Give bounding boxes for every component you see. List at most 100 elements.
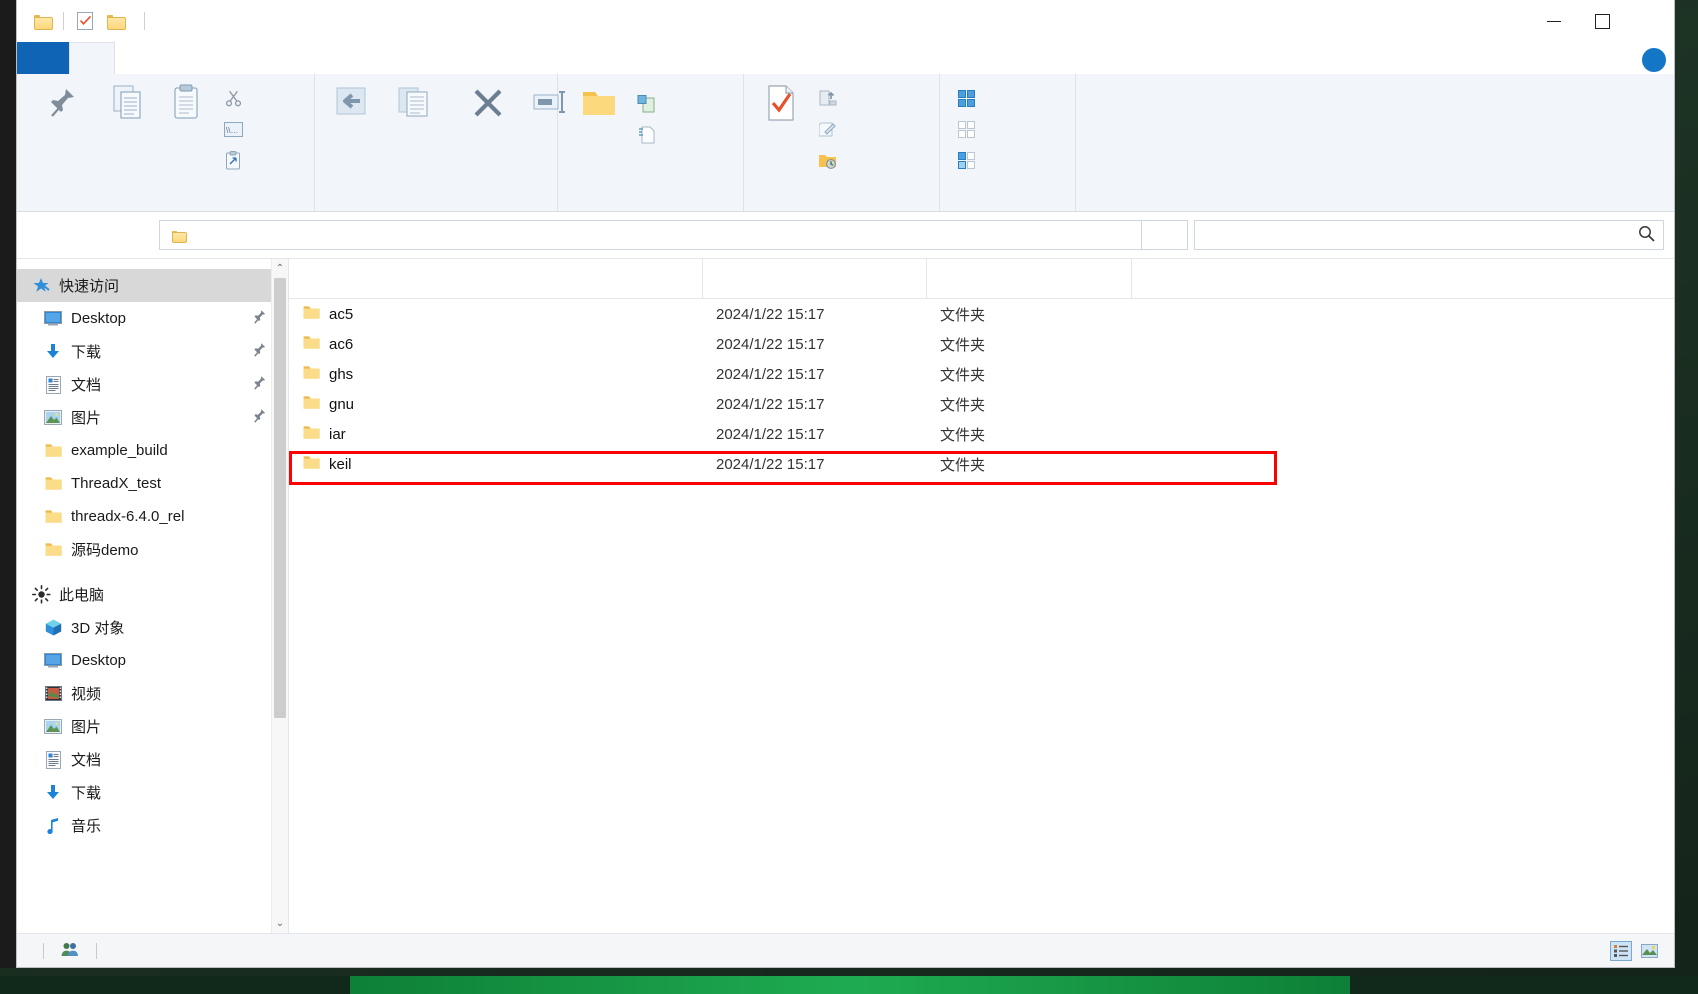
copy-button[interactable] (99, 80, 157, 129)
table-row[interactable]: gnu 2024/1/22 15:17 文件夹 (289, 389, 1674, 419)
sidebar-item-label: 文档 (71, 377, 102, 394)
navigation-tree: 快速访问 Desktop 下载 文档 图片 example_build ThreadX_te… (17, 259, 288, 842)
delete-button[interactable] (459, 80, 517, 132)
column-header-date[interactable] (702, 258, 926, 299)
sidebar-item-this-pc[interactable]: 此电脑 (17, 578, 288, 611)
paste-shortcut-button[interactable] (221, 146, 256, 174)
copy-path-button[interactable]: \\… (221, 115, 256, 143)
up-button[interactable] (121, 218, 155, 252)
select-none-icon (956, 119, 976, 139)
qat-folder-icon[interactable] (27, 6, 57, 36)
column-headers (289, 258, 1674, 299)
sidebar-item-label: 下载 (71, 785, 102, 802)
navigation-pane: 快速访问 Desktop 下载 文档 图片 example_build ThreadX_te… (17, 259, 289, 933)
table-row[interactable]: iar 2024/1/22 15:17 文件夹 (289, 419, 1674, 449)
pin-to-quick-access-button[interactable] (25, 80, 99, 132)
table-row[interactable]: ghs 2024/1/22 15:17 文件夹 (289, 359, 1674, 389)
easy-access-button[interactable] (634, 121, 678, 149)
tab-file[interactable] (17, 42, 69, 74)
column-header-type[interactable] (926, 258, 1131, 299)
column-header-size[interactable] (1131, 258, 1243, 299)
sidebar-item-desktop-pc[interactable]: Desktop (17, 644, 288, 677)
sidebar-item-desktop[interactable]: Desktop (17, 302, 288, 335)
sidebar-item-pictures[interactable]: 图片 (17, 401, 288, 434)
select-all-button[interactable] (954, 84, 989, 112)
sidebar-item-label: 此电脑 (59, 587, 105, 604)
pin-icon[interactable] (253, 408, 266, 427)
history-button[interactable] (816, 146, 860, 174)
tab-view[interactable] (159, 42, 203, 74)
new-item-button[interactable] (634, 90, 678, 118)
column-header-name[interactable] (289, 259, 702, 299)
large-icons-view-icon[interactable] (1638, 941, 1660, 961)
paste-button[interactable] (157, 80, 215, 129)
sidebar-item-downloads[interactable]: 下载 (17, 335, 288, 368)
ribbon-group-organize (315, 74, 565, 211)
maximize-button[interactable] (1578, 0, 1626, 42)
nav-scroll-down-icon[interactable]: ⌄ (272, 914, 288, 933)
pin-icon[interactable] (253, 342, 266, 361)
table-row[interactable]: ac6 2024/1/22 15:17 文件夹 (289, 329, 1674, 359)
minimize-button[interactable] (1530, 0, 1578, 42)
desktop-icon (43, 309, 63, 329)
select-none-button[interactable] (954, 115, 989, 143)
sidebar-item-downloads-pc[interactable]: 下载 (17, 776, 288, 809)
file-name-cell: ac6 (289, 335, 702, 354)
search-box[interactable] (1194, 220, 1664, 250)
sidebar-item-quick-access[interactable]: 快速访问 (17, 269, 288, 302)
move-to-button[interactable] (323, 80, 381, 132)
invert-selection-button[interactable] (954, 146, 989, 174)
recent-locations-chevron-down-icon[interactable] (95, 218, 121, 252)
sidebar-item-videos[interactable]: 视频 (17, 677, 288, 710)
new-item-icon (636, 94, 656, 114)
close-button[interactable] (1626, 0, 1674, 42)
table-row[interactable]: ac5 2024/1/22 15:17 文件夹 (289, 299, 1674, 329)
copy-to-button[interactable] (385, 80, 443, 132)
tab-share[interactable] (115, 42, 159, 74)
open-small-commands (816, 80, 860, 174)
file-type: 文件夹 (940, 306, 986, 324)
back-button[interactable] (27, 218, 61, 252)
sidebar-item-threadx-640-rel[interactable]: threadx-6.4.0_rel (17, 500, 288, 533)
ribbon-panel: \\… (17, 74, 1674, 212)
sidebar-item-pictures-pc[interactable]: 图片 (17, 710, 288, 743)
file-date: 2024/1/22 15:17 (716, 425, 825, 443)
address-history-chevron-down-icon[interactable] (1109, 221, 1137, 249)
sidebar-item-source-demo[interactable]: 源码demo (17, 533, 288, 566)
qat-properties-check-icon[interactable] (70, 6, 100, 36)
sidebar-item-threadx-test[interactable]: ThreadX_test (17, 467, 288, 500)
group-label-select (940, 189, 1075, 211)
sidebar-item-label: example_build (71, 442, 168, 459)
cut-button[interactable] (221, 84, 256, 112)
sidebar-item-label: 图片 (71, 719, 102, 736)
move-to-icon (334, 82, 370, 124)
sidebar-item-3d-objects[interactable]: 3D 对象 (17, 611, 288, 644)
properties-button[interactable] (752, 80, 810, 132)
refresh-button[interactable] (1142, 220, 1188, 250)
sidebar-item-music[interactable]: 音乐 (17, 809, 288, 842)
address-bar[interactable] (159, 220, 1142, 250)
qat-new-folder-icon[interactable] (100, 6, 130, 36)
open-button[interactable] (816, 84, 860, 112)
navigation-scrollbar[interactable]: ⌃ ⌄ (271, 259, 288, 933)
sidebar-item-example-build[interactable]: example_build (17, 434, 288, 467)
table-row[interactable]: keil 2024/1/22 15:17 文件夹 (289, 449, 1674, 479)
tab-home[interactable] (69, 42, 115, 74)
help-button[interactable] (1642, 48, 1666, 72)
search-input[interactable] (1203, 226, 1635, 244)
edit-button[interactable] (816, 115, 860, 143)
sidebar-item-documents[interactable]: 文档 (17, 368, 288, 401)
scissors-icon (223, 88, 243, 108)
search-icon[interactable] (1635, 225, 1655, 246)
new-small-commands (634, 80, 678, 149)
clipboard-small-commands: \\… (221, 80, 256, 174)
pin-icon[interactable] (253, 309, 266, 328)
status-divider-1 (43, 942, 44, 959)
new-folder-button[interactable] (566, 80, 632, 132)
nav-scroll-up-icon[interactable]: ⌃ (272, 259, 288, 278)
forward-button[interactable] (61, 218, 95, 252)
pin-icon[interactable] (253, 375, 266, 394)
nav-scroll-thumb[interactable] (274, 278, 286, 718)
details-view-icon[interactable] (1610, 940, 1632, 961)
sidebar-item-documents-pc[interactable]: 文档 (17, 743, 288, 776)
